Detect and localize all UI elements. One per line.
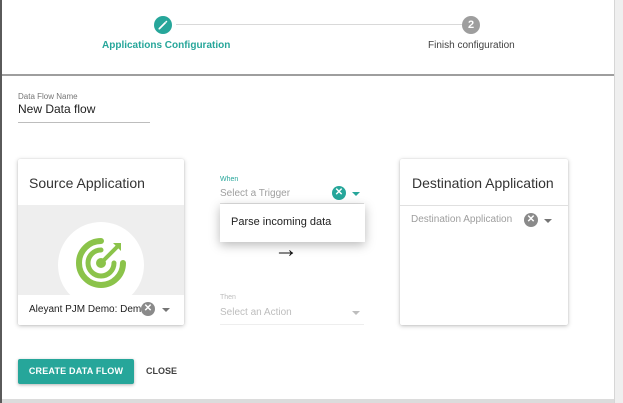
flow-name-label: Data Flow Name xyxy=(18,92,78,101)
trigger-clear-icon[interactable]: ✕ xyxy=(332,186,346,200)
close-button[interactable]: CLOSE xyxy=(146,359,177,384)
flow-name-input[interactable]: New Data flow xyxy=(18,102,95,116)
step-2-indicator[interactable]: 2 xyxy=(462,16,480,34)
source-app-selected[interactable]: Aleyant PJM Demo: Dem xyxy=(29,304,147,315)
target-logo-icon xyxy=(76,238,126,288)
create-data-flow-button[interactable]: CREATE DATA FLOW xyxy=(18,359,134,384)
action-chevron-down-icon[interactable] xyxy=(352,311,360,315)
scrollbar-track[interactable] xyxy=(614,0,623,403)
action-select[interactable]: Select an Action xyxy=(220,307,292,318)
flow-name-underline xyxy=(18,122,150,123)
trigger-option[interactable]: Parse incoming data xyxy=(231,216,331,228)
action-label: Then xyxy=(220,294,236,301)
destination-clear-icon[interactable]: ✕ xyxy=(524,213,538,227)
destination-app-select[interactable]: Destination Application xyxy=(411,214,512,225)
source-application-card: Source Application Aleyant PJM Demo: Dem… xyxy=(18,159,184,325)
destination-application-card: Destination Application Destination Appl… xyxy=(400,159,568,325)
step-1-label: Applications Configuration xyxy=(102,40,231,51)
stepper: Applications Configuration 2 Finish conf… xyxy=(2,0,614,76)
source-chevron-down-icon[interactable] xyxy=(162,308,170,312)
trigger-dropdown-menu: Parse incoming data xyxy=(220,204,365,242)
pencil-icon xyxy=(158,20,168,30)
trigger-chevron-down-icon[interactable] xyxy=(352,192,360,196)
trigger-label: When xyxy=(220,176,239,183)
source-card-title: Source Application xyxy=(29,175,145,191)
destination-chevron-down-icon[interactable] xyxy=(544,219,552,223)
source-clear-icon[interactable]: ✕ xyxy=(141,302,155,316)
step-2-label: Finish configuration xyxy=(428,40,515,51)
action-underline xyxy=(220,324,364,325)
trigger-select[interactable]: Select a Trigger xyxy=(220,188,290,199)
stepper-connector xyxy=(176,24,466,25)
step-1-indicator[interactable] xyxy=(154,16,172,34)
destination-divider xyxy=(400,205,568,206)
destination-card-title: Destination Application xyxy=(412,175,554,191)
window-bottom-border xyxy=(2,399,614,403)
